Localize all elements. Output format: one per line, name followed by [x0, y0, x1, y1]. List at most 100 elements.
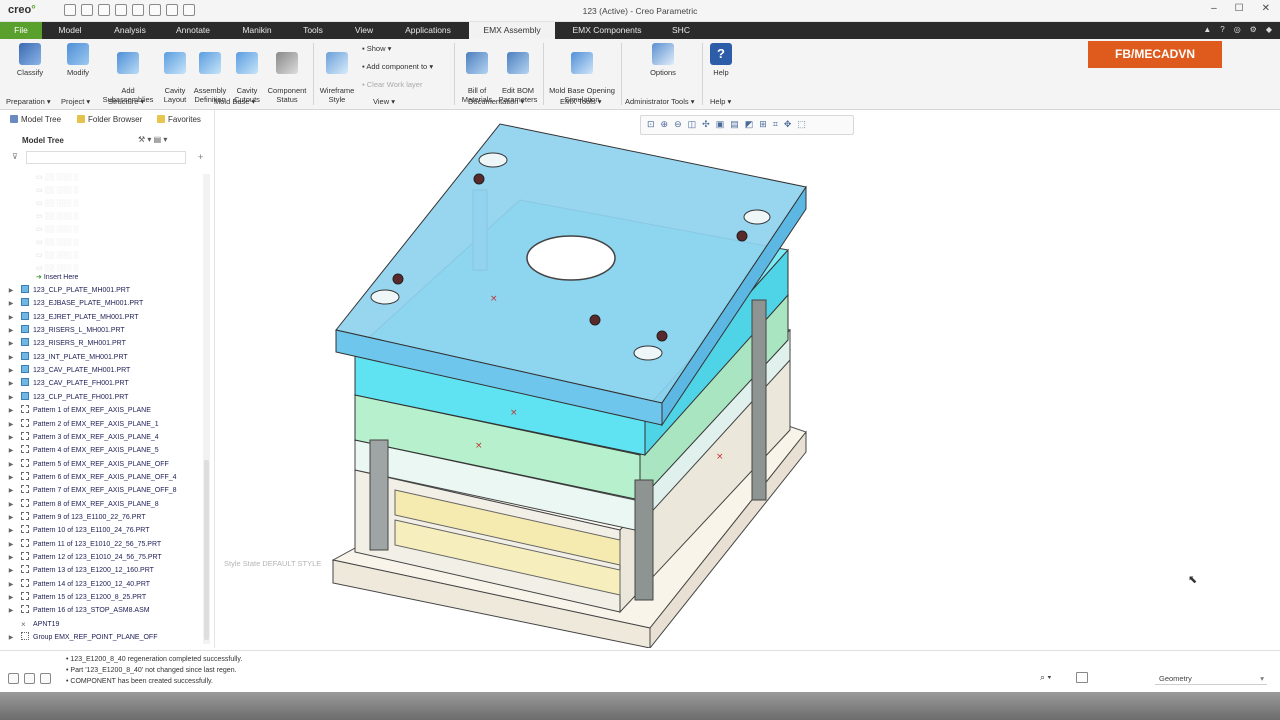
group-project[interactable]: Project ▾ — [61, 97, 90, 106]
tree-item[interactable]: ▶ Pattern 4 of EMX_REF_AXIS_PLANE_5 — [6, 445, 159, 457]
expand-arrow-icon[interactable]: ▶ — [6, 592, 16, 604]
tab-favorites[interactable]: Favorites — [157, 115, 201, 124]
expand-arrow-icon[interactable]: ▶ — [6, 405, 16, 417]
tree-item[interactable]: ▶ Pattern 15 of 123_E1200_8_25.PRT — [6, 592, 146, 604]
close-icon[interactable]: ✕ — [1262, 3, 1270, 14]
tree-item[interactable]: ▶ Pattern 16 of 123_STOP_ASM8.ASM — [6, 605, 150, 617]
tree-item[interactable]: ▶ Pattern 13 of 123_E1200_12_160.PRT — [6, 565, 154, 577]
saved-orientations-icon[interactable]: ▣ — [716, 119, 725, 130]
maximize-icon[interactable]: ☐ — [1235, 3, 1244, 14]
expand-arrow-icon[interactable]: ▶ — [6, 312, 16, 324]
tree-item[interactable]: ▶ 123_EJBASE_PLATE_MH001.PRT — [6, 298, 143, 310]
expand-arrow-icon[interactable]: ▶ — [6, 298, 16, 310]
add-component-to-dropdown[interactable]: ▪ Add component to ▾ — [362, 62, 433, 71]
tab-folder-browser[interactable]: Folder Browser — [77, 115, 142, 124]
tab-view[interactable]: View — [342, 22, 386, 39]
chevron-up-icon[interactable]: ▲ — [1203, 25, 1211, 34]
repaint-icon[interactable]: ◫ — [688, 119, 697, 130]
tree-item[interactable]: ▶ 123_EJRET_PLATE_MH001.PRT — [6, 311, 139, 324]
expand-arrow-icon[interactable]: ▶ — [6, 552, 16, 564]
expand-arrow-icon[interactable]: ▶ — [6, 338, 16, 350]
classify-button[interactable]: Classify — [10, 43, 50, 77]
wireframe-style-button[interactable]: Wireframe Style — [318, 43, 356, 113]
selection-list-icon[interactable] — [1076, 672, 1088, 683]
tab-annotate[interactable]: Annotate — [166, 22, 220, 39]
expand-arrow-icon[interactable]: ▶ — [6, 352, 16, 364]
group-mold-base[interactable]: Mold Base ▾ — [214, 97, 255, 106]
group-view[interactable]: View ▾ — [373, 97, 395, 106]
tree-item[interactable]: ▶ Group EMX_REF_POINT_PLANE_OFF — [6, 632, 157, 644]
component-status-button[interactable]: Component Status — [265, 43, 309, 113]
tab-emx-assembly[interactable]: EMX Assembly — [469, 22, 555, 39]
clear-work-layer-button[interactable]: ▪ Clear Work layer — [362, 80, 422, 89]
insert-here-marker[interactable]: ➜ Insert Here — [36, 272, 78, 284]
expand-arrow-icon[interactable]: ▶ — [6, 285, 16, 297]
group-administrator-tools[interactable]: Administrator Tools ▾ — [625, 97, 695, 106]
tab-emx-components[interactable]: EMX Components — [564, 22, 650, 39]
tab-applications[interactable]: Applications — [394, 22, 462, 39]
spin-icon[interactable]: ✥ — [784, 119, 792, 130]
tree-item[interactable]: ▶ Pattern 7 of EMX_REF_AXIS_PLANE_OFF_8 — [6, 485, 177, 497]
graphics-viewport[interactable]: × × × × — [216, 110, 1280, 648]
expand-arrow-icon[interactable]: ▶ — [6, 392, 16, 404]
cavity-layout-button[interactable]: Cavity Layout — [160, 43, 190, 113]
expand-arrow-icon[interactable]: ▶ — [6, 539, 16, 551]
tree-item[interactable]: ▶ 123_CAV_PLATE_FH001.PRT — [6, 378, 129, 390]
tree-item[interactable]: ▶ 123_CLP_PLATE_MH001.PRT — [6, 285, 130, 297]
expand-arrow-icon[interactable]: ▶ — [6, 432, 16, 444]
expand-arrow-icon[interactable]: ▶ — [6, 459, 16, 471]
spin-center-icon[interactable]: ✣ — [702, 119, 710, 130]
expand-arrow-icon[interactable]: ▶ — [6, 445, 16, 457]
group-emx-tools[interactable]: EMX Tools ▾ — [560, 97, 602, 106]
settings-icon[interactable]: ⚙ — [1250, 25, 1257, 34]
tree-item[interactable]: ▶ Pattern 10 of 123_E1100_24_76.PRT — [6, 525, 150, 537]
tree-item[interactable]: ▶ Pattern 1 of EMX_REF_AXIS_PLANE — [6, 405, 151, 417]
expand-arrow-icon[interactable]: ▶ — [6, 325, 16, 337]
show-dropdown[interactable]: ▪ Show ▾ — [362, 44, 391, 53]
tab-file[interactable]: File — [0, 22, 42, 39]
more-icon[interactable]: ◆ — [1266, 25, 1272, 34]
expand-arrow-icon[interactable]: ▶ — [6, 419, 16, 431]
expand-arrow-icon[interactable]: ▶ — [6, 632, 16, 644]
help-icon[interactable]: ? — [1220, 25, 1224, 34]
selection-filter-dropdown[interactable]: Geometry ▾ — [1155, 672, 1267, 685]
group-documentation[interactable]: Documentation ▾ — [468, 97, 524, 106]
expand-arrow-icon[interactable]: ▶ — [6, 565, 16, 577]
expand-arrow-icon[interactable]: ▶ — [6, 605, 16, 617]
tree-item[interactable]: ▶×APNT19 — [6, 619, 59, 631]
tree-item[interactable]: ▶ 123_INT_PLATE_MH001.PRT — [6, 351, 128, 364]
tree-settings-icon[interactable]: ⚒ ▾ ▤ ▾ — [138, 135, 167, 144]
filter-icon[interactable]: ⊽ — [12, 152, 18, 161]
display-style-icon[interactable]: ◩ — [745, 119, 754, 130]
tree-item[interactable]: ▶ 123_RISERS_R_MH001.PRT — [6, 338, 126, 350]
tab-tools[interactable]: Tools — [290, 22, 336, 39]
tree-item[interactable]: ▶ Pattern 3 of EMX_REF_AXIS_PLANE_4 — [6, 431, 159, 444]
tab-shc[interactable]: SHC — [664, 22, 698, 39]
expand-arrow-icon[interactable]: ▶ — [6, 525, 16, 537]
group-structure[interactable]: Structure ▾ — [108, 97, 144, 106]
toggle-browser-icon[interactable] — [24, 673, 35, 684]
tree-item[interactable]: ▶ Pattern 12 of 123_E1010_24_56_75.PRT — [6, 552, 162, 564]
zoom-in-icon[interactable]: ⊕ — [661, 119, 669, 130]
tree-item[interactable]: ▶ 123_CAV_PLATE_MH001.PRT — [6, 365, 130, 377]
modify-button[interactable]: Modify — [60, 43, 96, 77]
tab-model[interactable]: Model — [48, 22, 92, 39]
help-button[interactable]: ? Help — [708, 43, 734, 77]
tree-item[interactable]: ▶ Pattern 8 of EMX_REF_AXIS_PLANE_8 — [6, 498, 159, 511]
find-icon[interactable]: ⌕ ▾ — [1040, 672, 1051, 683]
expand-arrow-icon[interactable]: ▶ — [6, 472, 16, 484]
tree-item[interactable]: ▶ Pattern 11 of 123_E1010_22_56_75.PRT — [6, 538, 161, 551]
expand-arrow-icon[interactable]: ▶ — [6, 499, 16, 511]
tree-item[interactable]: ▶ Pattern 2 of EMX_REF_AXIS_PLANE_1 — [6, 418, 159, 431]
annotation-display-icon[interactable]: ⌗ — [773, 119, 778, 130]
minimize-icon[interactable]: – — [1211, 3, 1217, 14]
tree-scrollbar-thumb[interactable] — [204, 460, 209, 640]
tree-item[interactable]: ▶ Pattern 14 of 123_E1200_12_40.PRT — [6, 578, 150, 591]
tree-item[interactable]: ▶ Pattern 9 of 123_E1100_22_76.PRT — [6, 511, 146, 524]
expand-arrow-icon[interactable]: ▶ — [6, 378, 16, 390]
group-help[interactable]: Help ▾ — [710, 97, 731, 106]
tree-item[interactable]: ▶ Pattern 6 of EMX_REF_AXIS_PLANE_OFF_4 — [6, 471, 177, 484]
tree-search-input[interactable] — [26, 151, 186, 164]
add-filter-icon[interactable]: + — [198, 152, 203, 162]
fullscreen-icon[interactable] — [40, 673, 51, 684]
